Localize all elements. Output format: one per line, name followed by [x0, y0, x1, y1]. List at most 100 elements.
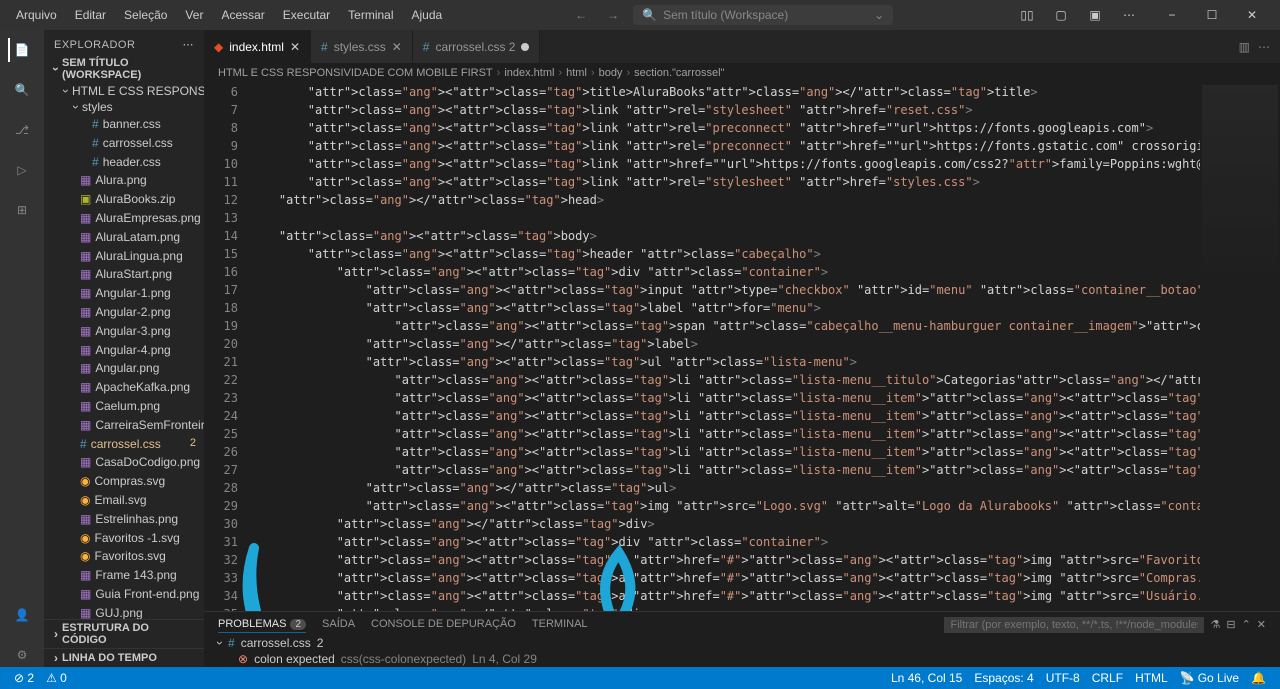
menu-ver[interactable]: Ver: [177, 4, 211, 26]
file-item[interactable]: ▦ Caelum.png: [44, 397, 204, 416]
window-minimize[interactable]: −: [1152, 8, 1192, 22]
file-icon: ▦: [80, 172, 91, 189]
breadcrumbs[interactable]: HTML E CSS RESPONSIVIDADE COM MOBILE FIR…: [204, 63, 1280, 83]
menu-arquivo[interactable]: Arquivo: [8, 4, 65, 26]
nav-back-icon[interactable]: ←: [569, 6, 593, 24]
menu-seleção[interactable]: Seleção: [116, 4, 175, 26]
layout-icon-0[interactable]: ▯▯: [1012, 8, 1042, 22]
breadcrumb-item[interactable]: html: [566, 67, 587, 79]
file-item[interactable]: ▦ CarreiraSemFronteira.png: [44, 416, 204, 435]
menu-ajuda[interactable]: Ajuda: [404, 4, 451, 26]
file-item[interactable]: ▦ Angular-4.png: [44, 341, 204, 360]
breadcrumb-item[interactable]: HTML E CSS RESPONSIVIDADE COM MOBILE FIR…: [218, 67, 493, 79]
menu-terminal[interactable]: Terminal: [340, 4, 401, 26]
file-item[interactable]: ▣ AluraBooks.zip: [44, 190, 204, 209]
layout-icon-1[interactable]: ▢: [1046, 8, 1076, 22]
sidebar-explorer: EXPLORADOR ⋯ SEM TÍTULO (WORKSPACE) HTML…: [44, 30, 204, 667]
panel-filter-input[interactable]: [944, 617, 1204, 633]
file-item[interactable]: ▦ GUJ.png: [44, 604, 204, 619]
close-icon[interactable]: ✕: [392, 40, 402, 54]
tab-carrossel-css[interactable]: #carrossel.css 2: [413, 30, 541, 63]
file-item[interactable]: ▦ Angular-3.png: [44, 322, 204, 341]
settings-gear-icon[interactable]: ⚙: [10, 643, 34, 667]
file-item[interactable]: ▦ AluraStart.png: [44, 265, 204, 284]
file-item[interactable]: ◉ Compras.svg: [44, 472, 204, 491]
file-item[interactable]: ◉ Favoritos -1.svg: [44, 529, 204, 548]
close-icon[interactable]: ✕: [290, 40, 300, 54]
file-item[interactable]: ▦ AluraLingua.png: [44, 247, 204, 266]
breadcrumb-separator-icon: ›: [626, 67, 630, 79]
explorer-icon[interactable]: 📄: [8, 38, 32, 62]
code-editor[interactable]: "attr">class="ang"><"attr">class="tag">t…: [250, 83, 1200, 611]
window-close[interactable]: ✕: [1232, 8, 1272, 22]
panel-tab-saída[interactable]: SAÍDA: [322, 616, 355, 633]
file-icon: ▦: [80, 417, 91, 434]
styles-folder[interactable]: styles: [44, 99, 204, 115]
file-item[interactable]: ▦ Estrelinhas.png: [44, 510, 204, 529]
close-panel-icon[interactable]: ✕: [1257, 616, 1266, 633]
timeline-section[interactable]: LINHA DO TEMPO: [44, 648, 204, 667]
tab-styles-css[interactable]: #styles.css✕: [311, 30, 413, 63]
filter-icon[interactable]: ⚗: [1210, 616, 1220, 633]
file-item[interactable]: # carrossel.css2: [44, 435, 204, 454]
breadcrumb-item[interactable]: section."carrossel": [634, 67, 724, 79]
source-control-icon[interactable]: ⎇: [10, 118, 34, 142]
file-item[interactable]: ▦ AluraEmpresas.png: [44, 209, 204, 228]
outline-section[interactable]: ESTRUTURA DO CÓDIGO: [44, 619, 204, 648]
file-item[interactable]: # carrossel.css: [44, 134, 204, 153]
more-actions-icon[interactable]: ⋯: [1258, 40, 1270, 54]
account-icon[interactable]: 👤: [10, 603, 34, 627]
problem-file-row[interactable]: # carrossel.css 2: [218, 635, 1266, 651]
breadcrumb-item[interactable]: body: [599, 67, 623, 79]
status-encoding[interactable]: UTF-8: [1040, 671, 1086, 685]
file-item[interactable]: ▦ Angular-2.png: [44, 303, 204, 322]
menu-editar[interactable]: Editar: [67, 4, 114, 26]
file-icon: ▦: [80, 398, 91, 415]
layout-icon-3[interactable]: ⋯: [1114, 8, 1144, 22]
file-item[interactable]: # banner.css: [44, 115, 204, 134]
command-center[interactable]: 🔍 Sem título (Workspace) ⌄: [633, 5, 893, 25]
window-maximize[interactable]: ☐: [1192, 8, 1232, 22]
status-language[interactable]: HTML: [1129, 671, 1174, 685]
search-icon[interactable]: 🔍: [10, 78, 34, 102]
panel-tab-console de depuração[interactable]: CONSOLE DE DEPURAÇÃO: [371, 616, 516, 633]
workspace-header[interactable]: SEM TÍTULO (WORKSPACE): [44, 55, 204, 83]
menubar: ArquivoEditarSeleçãoVerAcessarExecutarTe…: [8, 4, 450, 26]
menu-acessar[interactable]: Acessar: [213, 4, 272, 26]
file-item[interactable]: ▦ Guia Front-end.png: [44, 585, 204, 604]
maximize-panel-icon[interactable]: ⌃: [1242, 616, 1251, 633]
panel-tab-terminal[interactable]: TERMINAL: [532, 616, 588, 633]
problem-row[interactable]: ⊗ colon expected css(css-colonexpected) …: [218, 651, 1266, 667]
split-editor-icon[interactable]: ▥: [1239, 40, 1250, 54]
file-item[interactable]: ▦ CasaDoCodigo.png: [44, 453, 204, 472]
file-item[interactable]: ▦ Alura.png: [44, 171, 204, 190]
file-item[interactable]: ◉ Favoritos.svg: [44, 547, 204, 566]
status-cursor-position[interactable]: Ln 46, Col 15: [885, 671, 968, 685]
status-golive[interactable]: 📡Go Live: [1174, 671, 1245, 685]
minimap[interactable]: [1200, 83, 1280, 611]
file-icon: ▦: [80, 229, 91, 246]
debug-icon[interactable]: ▷: [10, 158, 34, 182]
file-item[interactable]: ◉ Email.svg: [44, 491, 204, 510]
file-item[interactable]: ▦ AluraLatam.png: [44, 228, 204, 247]
panel-tab-problemas[interactable]: PROBLEMAS2: [218, 616, 306, 633]
status-warnings[interactable]: ⚠ 0: [40, 671, 73, 685]
tab-index-html[interactable]: ◆index.html✕: [204, 30, 311, 63]
status-eol[interactable]: CRLF: [1086, 671, 1129, 685]
breadcrumb-item[interactable]: index.html: [504, 67, 554, 79]
nav-forward-icon[interactable]: →: [601, 6, 625, 24]
file-item[interactable]: ▦ Frame 143.png: [44, 566, 204, 585]
sidebar-more-icon[interactable]: ⋯: [183, 38, 195, 51]
file-item[interactable]: ▦ ApacheKafka.png: [44, 378, 204, 397]
status-errors[interactable]: ⊘ 2: [8, 671, 40, 685]
file-item[interactable]: ▦ Angular-1.png: [44, 284, 204, 303]
collapse-icon[interactable]: ⊟: [1226, 616, 1235, 633]
root-folder[interactable]: HTML E CSS RESPONSIVIDADE ...: [44, 83, 204, 99]
layout-icon-2[interactable]: ▣: [1080, 8, 1110, 22]
extensions-icon[interactable]: ⊞: [10, 198, 34, 222]
file-item[interactable]: # header.css: [44, 153, 204, 172]
menu-executar[interactable]: Executar: [275, 4, 338, 26]
status-indentation[interactable]: Espaços: 4: [968, 671, 1039, 685]
file-item[interactable]: ▦ Angular.png: [44, 359, 204, 378]
status-notifications-icon[interactable]: 🔔: [1245, 671, 1272, 685]
